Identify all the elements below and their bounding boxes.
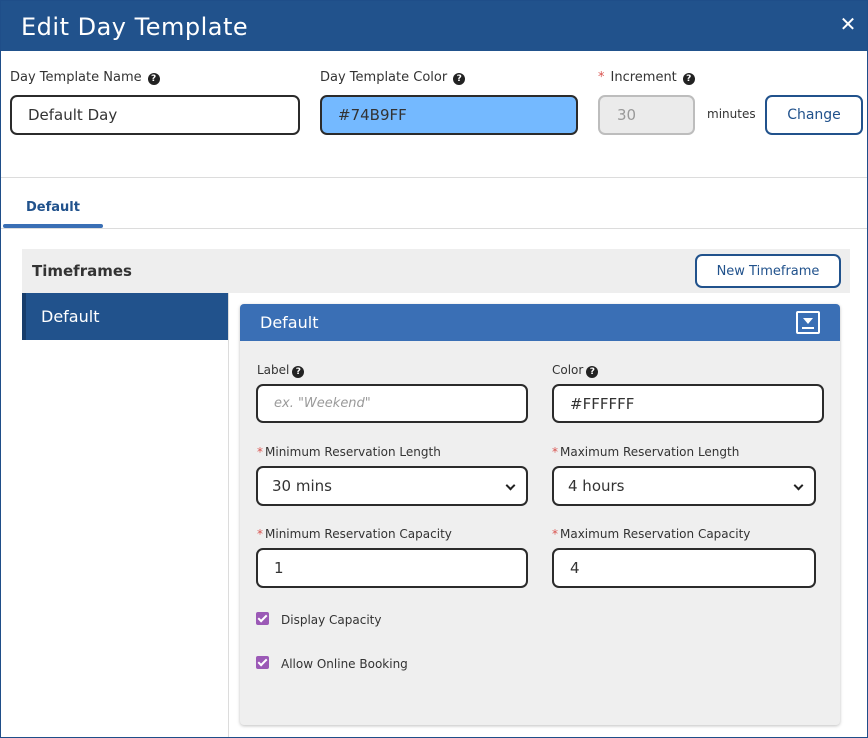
- allow-online-booking-checkbox[interactable]: [256, 656, 269, 669]
- tabs-divider: [1, 228, 867, 229]
- label-label-text: Label: [257, 363, 290, 377]
- required-marker: *: [552, 445, 558, 459]
- timeframe-panel-header: [240, 304, 840, 341]
- help-icon[interactable]: ?: [453, 73, 466, 85]
- change-button[interactable]: Change: [765, 95, 863, 135]
- display-capacity-checkbox[interactable]: [256, 612, 269, 625]
- required-marker: *: [552, 527, 558, 541]
- required-marker: *: [257, 527, 263, 541]
- divider: [1, 177, 867, 178]
- increment-unit-label: minutes: [707, 107, 756, 121]
- color-field-label: Day Template Color?: [320, 70, 466, 85]
- color-field-label: Color?: [552, 363, 599, 378]
- required-marker: *: [598, 70, 605, 85]
- day-template-name-input[interactable]: Default Day: [10, 95, 300, 135]
- collapse-icon[interactable]: [796, 311, 820, 334]
- color-label-text: Color: [552, 363, 584, 377]
- max-capacity-label: * Maximum Reservation Capacity: [552, 527, 750, 541]
- edit-day-template-modal: Edit Day Template ✕ Day Template Name? D…: [0, 0, 868, 738]
- modal-title: Edit Day Template: [21, 13, 249, 41]
- min-length-value: 30 mins: [272, 477, 332, 495]
- day-template-color-input[interactable]: #74B9FF: [320, 95, 578, 135]
- timeframe-label-input[interactable]: ex. "Weekend": [256, 384, 528, 423]
- help-icon[interactable]: ?: [292, 366, 305, 378]
- min-length-label-text: Minimum Reservation Length: [265, 445, 441, 459]
- increment-label-text: Increment: [610, 70, 677, 85]
- max-length-label-text: Maximum Reservation Length: [560, 445, 740, 459]
- max-length-label: * Maximum Reservation Length: [552, 445, 739, 459]
- modal-header: Edit Day Template ✕: [1, 1, 867, 51]
- timeframe-panel-title: Default: [260, 313, 319, 332]
- max-reservation-length-select[interactable]: 4 hours: [552, 466, 816, 506]
- color-label-text: Day Template Color: [320, 70, 448, 85]
- max-capacity-label-text: Maximum Reservation Capacity: [560, 527, 751, 541]
- min-reservation-capacity-input[interactable]: 1: [256, 548, 528, 588]
- name-label-text: Day Template Name: [10, 70, 142, 85]
- required-marker: *: [257, 445, 263, 459]
- name-field-label: Day Template Name?: [10, 70, 160, 85]
- display-capacity-label: Display Capacity: [281, 613, 382, 627]
- arrow-down-icon: [803, 318, 813, 324]
- new-timeframe-button[interactable]: New Timeframe: [695, 254, 841, 288]
- label-field-label: Label?: [257, 363, 305, 378]
- min-length-label: * Minimum Reservation Length: [257, 445, 441, 459]
- help-icon[interactable]: ?: [147, 73, 160, 85]
- timeframe-color-input[interactable]: #FFFFFF: [552, 384, 824, 423]
- min-capacity-label: * Minimum Reservation Capacity: [257, 527, 452, 541]
- chevron-down-icon: [505, 480, 516, 491]
- increment-input: 30: [598, 95, 695, 135]
- help-icon[interactable]: ?: [586, 366, 599, 378]
- close-icon[interactable]: ✕: [837, 14, 859, 36]
- help-icon[interactable]: ?: [682, 73, 695, 85]
- max-length-value: 4 hours: [568, 477, 625, 495]
- max-reservation-capacity-input[interactable]: 4: [552, 548, 816, 588]
- sidebar-divider: [228, 293, 229, 737]
- timeframe-item-default[interactable]: Default: [22, 293, 228, 340]
- timeframes-title: Timeframes: [32, 262, 132, 280]
- min-capacity-label-text: Minimum Reservation Capacity: [265, 527, 452, 541]
- min-reservation-length-select[interactable]: 30 mins: [256, 466, 528, 506]
- increment-field-label: * Increment?: [598, 70, 695, 85]
- allow-online-booking-label: Allow Online Booking: [281, 657, 408, 671]
- chevron-down-icon: [793, 480, 804, 491]
- bar-icon: [802, 327, 814, 329]
